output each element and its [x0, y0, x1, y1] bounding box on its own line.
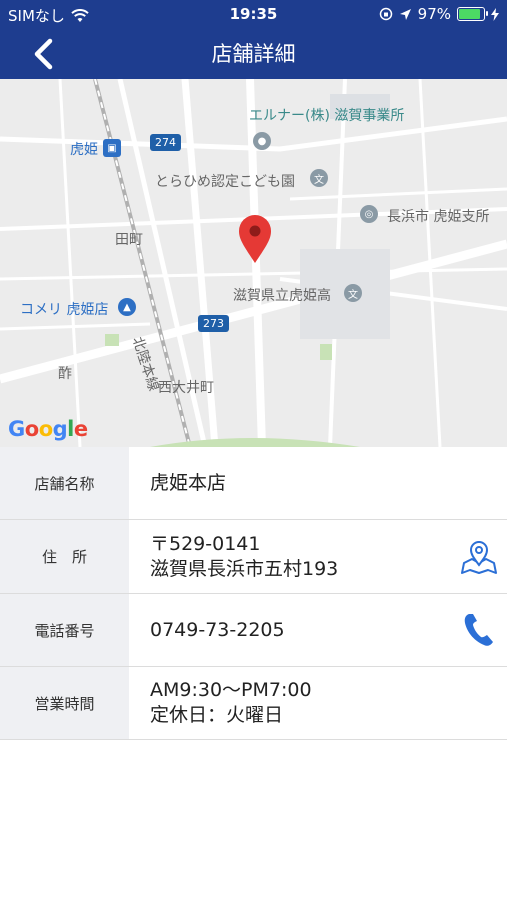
store-name-text: 虎姫本店 — [150, 471, 227, 494]
map-pin-icon — [461, 540, 497, 574]
label-phone: 電話番号 — [0, 594, 129, 666]
phone-icon — [464, 614, 493, 646]
postal-code-text: 〒529-0141 — [150, 532, 261, 555]
detail-row-name: 店舗名称 虎姫本店 — [0, 447, 507, 520]
orientation-lock-icon — [379, 7, 392, 21]
map-label-station: 虎姫 — [70, 142, 98, 158]
value-store-name: 虎姫本店 — [150, 447, 226, 519]
detail-row-address: 住 所 〒529-0141 滋賀県長浜市五村193 — [0, 520, 507, 594]
route-274-badge: 274 — [150, 134, 181, 151]
status-right: 97% — [379, 5, 499, 23]
value-address: 〒529-0141 滋賀県長浜市五村193 — [150, 520, 338, 593]
app-header: SIMなし 19:35 97% 店舗詳細 — [0, 0, 507, 79]
call-button[interactable] — [459, 610, 499, 650]
battery-percent: 97% — [417, 5, 451, 23]
place-pin-icon[interactable]: ● — [253, 132, 271, 150]
map-label-nursery: とらひめ認定こども園 — [155, 174, 295, 190]
government-office-icon[interactable]: ◎ — [360, 205, 378, 223]
page-title: 店舗詳細 — [211, 42, 296, 66]
detail-row-phone: 電話番号 0749-73-2205 — [0, 594, 507, 667]
school-icon-2[interactable]: 文 — [344, 284, 362, 302]
shopping-icon[interactable]: ▲ — [118, 298, 136, 316]
status-bar: SIMなし 19:35 97% — [0, 0, 507, 28]
battery-icon — [457, 7, 488, 21]
map-label-town2: 酢 — [58, 366, 72, 382]
school-icon[interactable]: 文 — [310, 169, 328, 187]
label-store-name: 店舗名称 — [0, 447, 129, 519]
map-label-school: 滋賀県立虎姫高 — [233, 288, 331, 304]
phone-number-text: 0749-73-2205 — [150, 618, 285, 641]
map-label-branch: 長浜市 虎姫支所 — [387, 209, 490, 225]
closed-day-text: 定休日：火曜日 — [150, 704, 284, 726]
label-address: 住 所 — [0, 520, 129, 593]
store-details-table: 店舗名称 虎姫本店 住 所 〒529-0141 滋賀県長浜市五村193 電話番号… — [0, 447, 507, 740]
google-logo: Google — [8, 417, 88, 441]
location-arrow-icon — [399, 8, 411, 20]
address-text: 滋賀県長浜市五村193 — [150, 557, 339, 580]
value-hours: AM9:30〜PM7:00 定休日：火曜日 — [150, 667, 312, 739]
open-map-button[interactable] — [459, 537, 499, 577]
route-273-badge: 273 — [198, 315, 229, 332]
map-label-company: エルナー(株) 滋賀事業所 — [249, 108, 405, 124]
hours-text: AM9:30〜PM7:00 — [150, 679, 312, 701]
map-label-store: コメリ 虎姫店 — [20, 302, 109, 318]
label-hours: 営業時間 — [0, 667, 129, 739]
map-marker-icon[interactable] — [238, 215, 272, 265]
store-map[interactable]: エルナー(株) 滋賀事業所 ● 虎姫 ▣ 274 とらひめ認定こども園 文 ◎ … — [0, 79, 507, 447]
value-phone: 0749-73-2205 — [150, 594, 285, 666]
map-label-town1: 田町 — [115, 232, 143, 248]
nav-bar: 店舗詳細 — [0, 28, 507, 79]
detail-row-hours: 営業時間 AM9:30〜PM7:00 定休日：火曜日 — [0, 667, 507, 740]
map-label-town3: 西大井町 — [158, 380, 214, 396]
charging-bolt-icon — [491, 7, 499, 21]
train-station-icon[interactable]: ▣ — [103, 139, 121, 157]
battery-fill — [459, 9, 480, 19]
